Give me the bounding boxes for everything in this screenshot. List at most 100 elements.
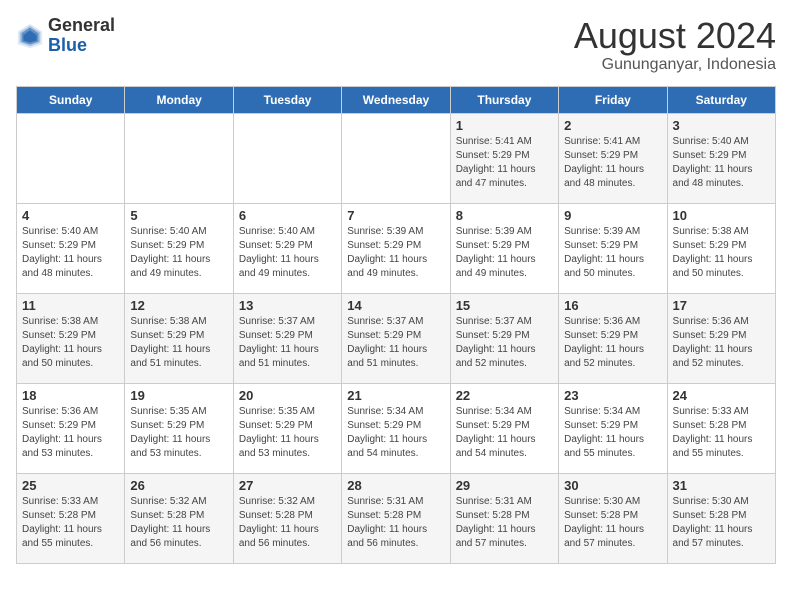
- calendar-cell: 29 Sunrise: 5:31 AMSunset: 5:28 PMDayligh…: [450, 473, 558, 563]
- day-info: Sunrise: 5:31 AMSunset: 5:28 PMDaylight:…: [456, 495, 553, 551]
- day-info: Sunrise: 5:41 AMSunset: 5:29 PMDaylight:…: [564, 135, 661, 191]
- logo-blue: Blue: [48, 35, 87, 55]
- logo: General Blue: [16, 16, 115, 56]
- day-info: Sunrise: 5:39 AMSunset: 5:29 PMDaylight:…: [456, 225, 553, 281]
- day-number: 6: [239, 208, 336, 223]
- calendar-week-1: 1 Sunrise: 5:41 AMSunset: 5:29 PMDaylight…: [17, 113, 776, 203]
- calendar-cell: 2 Sunrise: 5:41 AMSunset: 5:29 PMDaylight…: [559, 113, 667, 203]
- day-info: Sunrise: 5:34 AMSunset: 5:29 PMDaylight:…: [456, 405, 553, 461]
- day-info: Sunrise: 5:34 AMSunset: 5:29 PMDaylight:…: [347, 405, 444, 461]
- day-info: Sunrise: 5:38 AMSunset: 5:29 PMDaylight:…: [673, 225, 770, 281]
- calendar-week-2: 4Sunrise: 5:40 AMSunset: 5:29 PMDaylight…: [17, 203, 776, 293]
- page-header: General Blue August 2024 Gununganyar, In…: [16, 16, 776, 74]
- day-info: Sunrise: 5:34 AMSunset: 5:29 PMDaylight:…: [564, 405, 661, 461]
- calendar-cell: 13Sunrise: 5:37 AMSunset: 5:29 PMDayligh…: [233, 293, 341, 383]
- day-number: 18: [22, 388, 119, 403]
- calendar-cell: 28 Sunrise: 5:31 AMSunset: 5:28 PMDayligh…: [342, 473, 450, 563]
- day-number: 20: [239, 388, 336, 403]
- logo-general: General: [48, 15, 115, 35]
- day-info: Sunrise: 5:32 AMSunset: 5:28 PMDaylight:…: [239, 495, 336, 551]
- day-info: Sunrise: 5:39 AMSunset: 5:29 PMDaylight:…: [564, 225, 661, 281]
- calendar-cell: 19 Sunrise: 5:35 AMSunset: 5:29 PMDayligh…: [125, 383, 233, 473]
- day-number: 29: [456, 478, 553, 493]
- weekday-header-sunday: Sunday: [17, 86, 125, 113]
- day-info: Sunrise: 5:39 AMSunset: 5:29 PMDaylight:…: [347, 225, 444, 281]
- calendar-cell: 22 Sunrise: 5:34 AMSunset: 5:29 PMDayligh…: [450, 383, 558, 473]
- calendar-cell: [342, 113, 450, 203]
- day-info: Sunrise: 5:36 AMSunset: 5:29 PMDaylight:…: [564, 315, 661, 371]
- weekday-header-saturday: Saturday: [667, 86, 775, 113]
- day-info: Sunrise: 5:31 AMSunset: 5:28 PMDaylight:…: [347, 495, 444, 551]
- calendar-cell: 4Sunrise: 5:40 AMSunset: 5:29 PMDaylight…: [17, 203, 125, 293]
- calendar-cell: 11Sunrise: 5:38 AMSunset: 5:29 PMDayligh…: [17, 293, 125, 383]
- weekday-header-row: SundayMondayTuesdayWednesdayThursdayFrid…: [17, 86, 776, 113]
- day-info: Sunrise: 5:35 AMSunset: 5:29 PMDaylight:…: [130, 405, 227, 461]
- calendar-cell: 23 Sunrise: 5:34 AMSunset: 5:29 PMDayligh…: [559, 383, 667, 473]
- calendar-cell: [17, 113, 125, 203]
- day-number: 2: [564, 118, 661, 133]
- day-number: 15: [456, 298, 553, 313]
- calendar-cell: 30 Sunrise: 5:30 AMSunset: 5:28 PMDayligh…: [559, 473, 667, 563]
- day-number: 1: [456, 118, 553, 133]
- calendar-cell: 8 Sunrise: 5:39 AMSunset: 5:29 PMDaylight…: [450, 203, 558, 293]
- day-info: Sunrise: 5:41 AMSunset: 5:29 PMDaylight:…: [456, 135, 553, 191]
- calendar-cell: 21 Sunrise: 5:34 AMSunset: 5:29 PMDayligh…: [342, 383, 450, 473]
- day-number: 30: [564, 478, 661, 493]
- weekday-header-friday: Friday: [559, 86, 667, 113]
- logo-icon: [16, 22, 44, 50]
- weekday-header-thursday: Thursday: [450, 86, 558, 113]
- calendar-cell: 5 Sunrise: 5:40 AMSunset: 5:29 PMDaylight…: [125, 203, 233, 293]
- day-info: Sunrise: 5:32 AMSunset: 5:28 PMDaylight:…: [130, 495, 227, 551]
- day-number: 10: [673, 208, 770, 223]
- day-info: Sunrise: 5:40 AMSunset: 5:29 PMDaylight:…: [22, 225, 119, 281]
- day-number: 19: [130, 388, 227, 403]
- day-info: Sunrise: 5:30 AMSunset: 5:28 PMDaylight:…: [564, 495, 661, 551]
- day-number: 14: [347, 298, 444, 313]
- day-number: 3: [673, 118, 770, 133]
- calendar-week-4: 18 Sunrise: 5:36 AMSunset: 5:29 PMDayligh…: [17, 383, 776, 473]
- calendar-cell: 31Sunrise: 5:30 AMSunset: 5:28 PMDayligh…: [667, 473, 775, 563]
- weekday-header-tuesday: Tuesday: [233, 86, 341, 113]
- calendar-cell: 24 Sunrise: 5:33 AMSunset: 5:28 PMDayligh…: [667, 383, 775, 473]
- day-number: 9: [564, 208, 661, 223]
- calendar-cell: [125, 113, 233, 203]
- calendar-cell: 1 Sunrise: 5:41 AMSunset: 5:29 PMDaylight…: [450, 113, 558, 203]
- day-number: 12: [130, 298, 227, 313]
- day-info: Sunrise: 5:37 AMSunset: 5:29 PMDaylight:…: [347, 315, 444, 371]
- calendar-table: SundayMondayTuesdayWednesdayThursdayFrid…: [16, 86, 776, 564]
- day-number: 8: [456, 208, 553, 223]
- day-number: 24: [673, 388, 770, 403]
- calendar-cell: 6 Sunrise: 5:40 AMSunset: 5:29 PMDaylight…: [233, 203, 341, 293]
- day-info: Sunrise: 5:35 AMSunset: 5:29 PMDaylight:…: [239, 405, 336, 461]
- calendar-cell: 12Sunrise: 5:38 AMSunset: 5:29 PMDayligh…: [125, 293, 233, 383]
- day-info: Sunrise: 5:36 AMSunset: 5:29 PMDaylight:…: [673, 315, 770, 371]
- calendar-cell: 26Sunrise: 5:32 AMSunset: 5:28 PMDayligh…: [125, 473, 233, 563]
- calendar-week-5: 25Sunrise: 5:33 AMSunset: 5:28 PMDayligh…: [17, 473, 776, 563]
- day-number: 7: [347, 208, 444, 223]
- day-number: 5: [130, 208, 227, 223]
- day-number: 23: [564, 388, 661, 403]
- day-number: 22: [456, 388, 553, 403]
- calendar-week-3: 11Sunrise: 5:38 AMSunset: 5:29 PMDayligh…: [17, 293, 776, 383]
- day-number: 21: [347, 388, 444, 403]
- calendar-cell: 18 Sunrise: 5:36 AMSunset: 5:29 PMDayligh…: [17, 383, 125, 473]
- day-info: Sunrise: 5:40 AMSunset: 5:29 PMDaylight:…: [130, 225, 227, 281]
- day-info: Sunrise: 5:40 AMSunset: 5:29 PMDaylight:…: [239, 225, 336, 281]
- calendar-cell: 17Sunrise: 5:36 AMSunset: 5:29 PMDayligh…: [667, 293, 775, 383]
- calendar-cell: 27 Sunrise: 5:32 AMSunset: 5:28 PMDayligh…: [233, 473, 341, 563]
- day-number: 27: [239, 478, 336, 493]
- weekday-header-wednesday: Wednesday: [342, 86, 450, 113]
- title-block: August 2024 Gununganyar, Indonesia: [574, 16, 776, 74]
- location-subtitle: Gununganyar, Indonesia: [574, 56, 776, 74]
- logo-text: General Blue: [48, 16, 115, 56]
- day-info: Sunrise: 5:37 AMSunset: 5:29 PMDaylight:…: [239, 315, 336, 371]
- day-info: Sunrise: 5:36 AMSunset: 5:29 PMDaylight:…: [22, 405, 119, 461]
- calendar-cell: [233, 113, 341, 203]
- calendar-cell: 3Sunrise: 5:40 AMSunset: 5:29 PMDaylight…: [667, 113, 775, 203]
- day-number: 31: [673, 478, 770, 493]
- day-info: Sunrise: 5:37 AMSunset: 5:29 PMDaylight:…: [456, 315, 553, 371]
- calendar-cell: 25Sunrise: 5:33 AMSunset: 5:28 PMDayligh…: [17, 473, 125, 563]
- month-year-title: August 2024: [574, 16, 776, 56]
- day-info: Sunrise: 5:33 AMSunset: 5:28 PMDaylight:…: [673, 405, 770, 461]
- day-number: 28: [347, 478, 444, 493]
